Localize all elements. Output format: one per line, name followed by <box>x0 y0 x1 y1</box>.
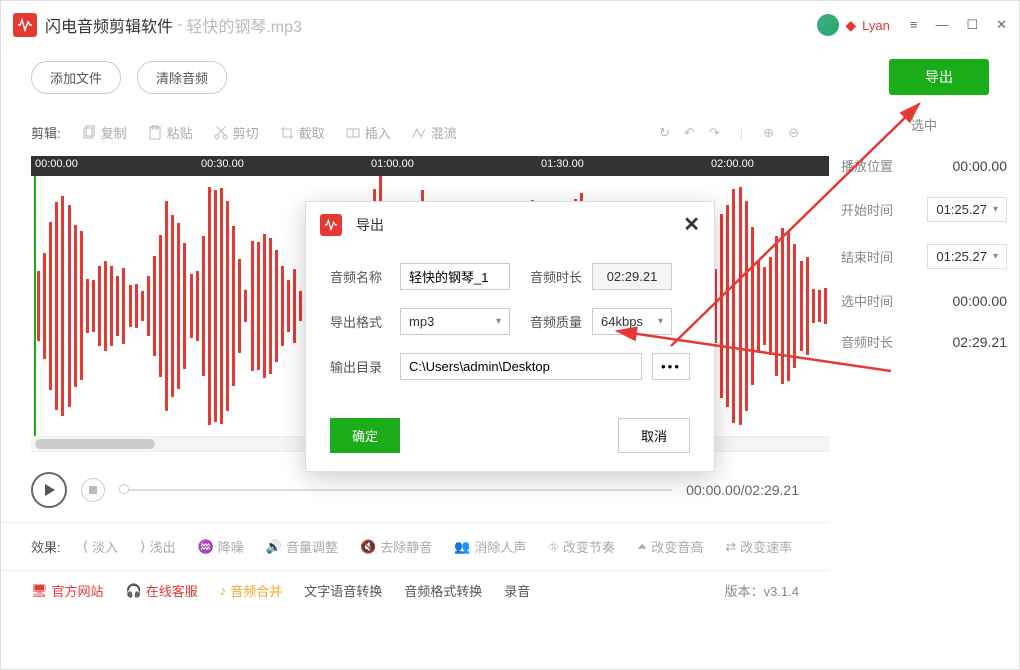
merge-link[interactable]: ♪音频合并 <box>220 581 283 600</box>
end-time-row: 结束时间 01:25.27▾ <box>841 244 1007 269</box>
username: Lyan <box>862 18 890 33</box>
export-dialog: 导出 ✕ 音频名称 音频时长 02:29.21 导出格式 mp3▾ 音频质量 6… <box>305 201 715 472</box>
selected-time-row: 选中时间 00:00.00 <box>841 291 1007 310</box>
ruler-mark: 00:00.00 <box>35 158 78 170</box>
tts-link[interactable]: 文字语音转换 <box>304 581 382 600</box>
quality-label: 音频质量 <box>530 312 582 331</box>
cancel-button[interactable]: 取消 <box>618 418 690 453</box>
support-link[interactable]: 🎧在线客服 <box>126 581 198 600</box>
remove-vocal-button[interactable]: 👥消除人声 <box>454 537 526 556</box>
window-controls: ≡ — ☐ ✕ <box>910 17 1007 33</box>
scroll-thumb[interactable] <box>35 439 155 449</box>
audio-duration-label: 音频时长 <box>530 267 582 286</box>
chevron-down-icon: ▾ <box>658 316 663 327</box>
dialog-title: 导出 <box>356 215 384 235</box>
version-label: 版本：v3.1.4 <box>725 581 799 600</box>
footer: 🖥官方网站 🎧在线客服 ♪音频合并 文字语音转换 音频格式转换 录音 版本：v3… <box>1 570 829 610</box>
close-icon[interactable]: ✕ <box>996 17 1007 33</box>
ruler-mark: 00:30.00 <box>201 158 244 170</box>
outdir-label: 输出目录 <box>330 357 390 376</box>
timeline-ruler[interactable]: 00:00.00 00:30.00 01:00.00 01:30.00 02:0… <box>31 156 829 176</box>
app-title: 闪电音频剪辑软件 <box>45 13 173 37</box>
cut-button[interactable]: 剪切 <box>213 123 259 142</box>
mix-button[interactable]: 混流 <box>411 123 457 142</box>
start-time-row: 开始时间 01:25.27▾ <box>841 197 1007 222</box>
ruler-mark: 01:30.00 <box>541 158 584 170</box>
speed-button[interactable]: ⇄改变速率 <box>725 537 792 556</box>
user-area[interactable]: ◆ Lyan <box>817 14 890 36</box>
copy-button[interactable]: 复制 <box>81 123 127 142</box>
outdir-input[interactable] <box>400 353 642 380</box>
side-title: 选中 <box>841 115 1007 134</box>
maximize-icon[interactable]: ☐ <box>966 17 978 33</box>
insert-button[interactable]: 插入 <box>345 123 391 142</box>
dialog-app-icon <box>320 214 342 236</box>
menu-icon[interactable]: ≡ <box>910 17 918 33</box>
undo-icon[interactable]: ↶ <box>684 125 695 141</box>
titlebar: 闪电音频剪辑软件 - 轻快的钢琴.mp3 ◆ Lyan ≡ — ☐ ✕ <box>1 1 1019 49</box>
official-site-link[interactable]: 🖥官方网站 <box>31 581 104 600</box>
duration-row: 音频时长 02:29.21 <box>841 332 1007 351</box>
action-row: 添加文件 清除音频 导出 <box>1 49 1019 115</box>
convert-link[interactable]: 音频格式转换 <box>404 581 482 600</box>
paste-button[interactable]: 粘贴 <box>147 123 193 142</box>
end-time-select[interactable]: 01:25.27▾ <box>927 244 1007 269</box>
export-button[interactable]: 导出 <box>889 59 989 95</box>
browse-button[interactable]: ••• <box>652 353 690 380</box>
playback-slider[interactable] <box>119 489 672 491</box>
chevron-down-icon: ▾ <box>993 204 998 215</box>
fadein-button[interactable]: ⟨淡入 <box>83 537 118 556</box>
dialog-header: 导出 ✕ <box>306 202 714 247</box>
crop-button[interactable]: 截取 <box>279 123 325 142</box>
effects-toolbar: 效果: ⟨淡入 ⟩浅出 ♒降噪 🔊音量调整 🔇去除静音 👥消除人声 ⛗改变节奏 … <box>1 522 829 570</box>
headset-icon: 🎧 <box>126 583 142 599</box>
ruler-mark: 01:00.00 <box>371 158 414 170</box>
zoom-in-icon[interactable]: ⊕ <box>763 125 774 141</box>
format-label: 导出格式 <box>330 312 390 331</box>
zoom-out-icon[interactable]: ⊖ <box>788 125 799 141</box>
play-position-row: 播放位置 00:00.00 <box>841 156 1007 175</box>
ok-button[interactable]: 确定 <box>330 418 400 453</box>
audio-name-input[interactable] <box>400 263 510 290</box>
chevron-down-icon: ▾ <box>496 316 501 327</box>
dialog-close-button[interactable]: ✕ <box>683 212 700 237</box>
effects-label: 效果: <box>31 537 61 556</box>
pitch-button[interactable]: ⏶改变音高 <box>637 537 703 556</box>
edit-label: 剪辑: <box>31 123 61 142</box>
audio-name-label: 音频名称 <box>330 267 390 286</box>
chevron-down-icon: ▾ <box>993 251 998 262</box>
tempo-button[interactable]: ⛗改变节奏 <box>548 537 614 556</box>
play-button[interactable] <box>31 472 67 508</box>
start-time-select[interactable]: 01:25.27▾ <box>927 197 1007 222</box>
avatar <box>817 14 839 36</box>
redo-icon[interactable]: ↷ <box>709 125 720 141</box>
app-icon <box>13 13 37 37</box>
add-file-button[interactable]: 添加文件 <box>31 61 121 94</box>
file-name: 轻快的钢琴.mp3 <box>186 13 302 37</box>
format-select[interactable]: mp3▾ <box>400 308 510 335</box>
quality-select[interactable]: 64kbps▾ <box>592 308 672 335</box>
minimize-icon[interactable]: — <box>935 17 948 33</box>
diamond-icon: ◆ <box>845 17 856 34</box>
volume-button[interactable]: 🔊音量调整 <box>266 537 338 556</box>
slider-handle[interactable] <box>119 484 129 494</box>
edit-toolbar: 剪辑: 复制 粘贴 剪切 截取 插入 混流 ↻ ↶ ↷ | ⊕ ⊖ <box>1 115 829 156</box>
stop-button[interactable] <box>81 478 105 502</box>
file-separator: - <box>177 16 182 34</box>
time-readout: 00:00.00/02:29.21 <box>686 482 799 498</box>
merge-icon: ♪ <box>220 583 227 598</box>
record-link[interactable]: 录音 <box>504 581 530 600</box>
ruler-mark: 02:00.00 <box>711 158 754 170</box>
refresh-icon[interactable]: ↻ <box>659 125 670 141</box>
audio-duration-value: 02:29.21 <box>592 263 672 290</box>
denoise-button[interactable]: ♒降噪 <box>198 537 244 556</box>
fadeout-button[interactable]: ⟩浅出 <box>140 537 175 556</box>
sidebar: 选中 播放位置 00:00.00 开始时间 01:25.27▾ 结束时间 01:… <box>829 115 1019 610</box>
clear-audio-button[interactable]: 清除音频 <box>137 61 227 94</box>
remove-silence-button[interactable]: 🔇去除静音 <box>360 537 432 556</box>
monitor-icon: 🖥 <box>31 583 48 599</box>
